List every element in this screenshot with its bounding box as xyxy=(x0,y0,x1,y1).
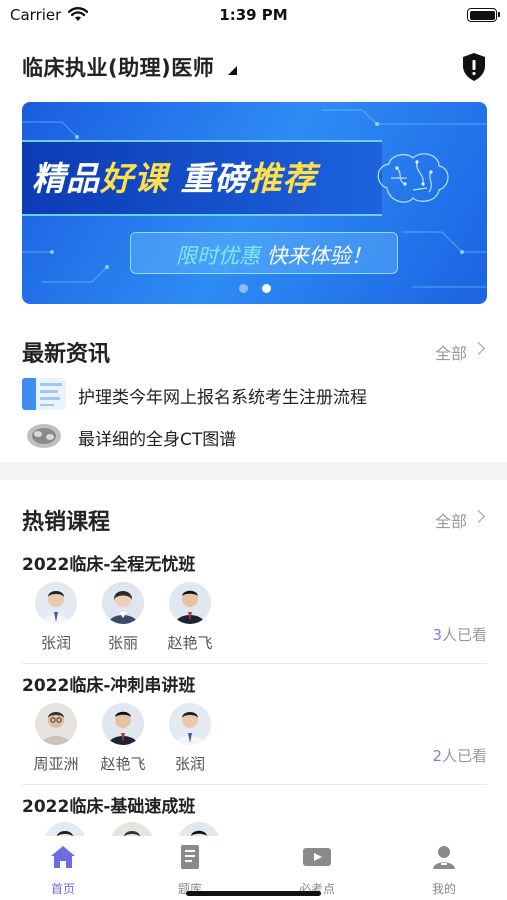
teacher-avatar xyxy=(169,582,211,624)
carousel-indicator xyxy=(22,278,487,297)
home-indicator xyxy=(186,891,321,896)
teacher-avatar xyxy=(102,822,162,836)
teacher-name: 周亚洲 xyxy=(33,755,79,773)
teacher-name: 张润 xyxy=(174,755,205,773)
news-section-header: 最新资讯 全部 xyxy=(22,334,487,367)
banner-headline: 精品好课 重磅推荐 xyxy=(32,159,317,198)
status-bar: Carrier 1:39 PM xyxy=(0,0,507,32)
tab-profile[interactable]: 我的 xyxy=(404,844,484,897)
home-icon xyxy=(23,844,103,872)
view-count: 2人已看 xyxy=(432,747,487,765)
ct-scan-thumbnail xyxy=(22,420,66,452)
dropdown-caret-icon[interactable] xyxy=(228,66,237,75)
news-item[interactable]: 最详细的全身CT图谱 xyxy=(22,420,487,452)
courses-section-header: 热销课程 全部 xyxy=(22,502,487,535)
video-icon xyxy=(277,844,357,872)
course-title: 2022临床-全程无忧班 xyxy=(22,555,196,575)
news-view-all-link[interactable]: 全部 xyxy=(435,340,467,364)
chevron-right-icon[interactable] xyxy=(472,342,485,355)
course-title: 2022临床-冲刺串讲班 xyxy=(22,676,196,696)
teacher-avatar xyxy=(35,582,77,624)
course-title: 2022临床-基础速成班 xyxy=(22,797,196,817)
teacher-avatar xyxy=(102,582,144,624)
teacher-name: 张润 xyxy=(40,634,71,652)
chevron-right-icon[interactable] xyxy=(472,510,485,523)
teacher-avatar xyxy=(169,703,211,745)
course-card[interactable]: 2022临床-冲刺串讲班 周亚洲 赵艳飞 张润 2人已看 xyxy=(22,671,487,785)
teacher: 张润 xyxy=(26,582,86,653)
teacher-name: 张丽 xyxy=(107,634,138,652)
tab-question-bank[interactable]: 题库 xyxy=(150,844,230,897)
course-card[interactable]: 2022临床-基础速成班 xyxy=(22,792,487,836)
page-header: 临床执业(助理)医师 xyxy=(22,46,487,86)
teacher-avatar xyxy=(35,822,95,836)
carousel-dot-active[interactable] xyxy=(261,284,271,293)
shield-icon[interactable] xyxy=(461,52,487,86)
battery-icon xyxy=(467,8,500,22)
promo-banner[interactable]: 精品好课 重磅推荐 限时优惠 快来体验！ xyxy=(22,102,487,304)
teacher-avatar xyxy=(102,703,144,745)
news-item[interactable]: 护理类今年网上报名系统考生注册流程 xyxy=(22,378,487,410)
view-count: 3人已看 xyxy=(432,626,487,644)
tab-label: 我的 xyxy=(431,882,456,896)
course-divider xyxy=(22,663,487,664)
teacher-avatar xyxy=(35,703,77,745)
news-item-title: 最详细的全身CT图谱 xyxy=(78,430,237,450)
courses-section-title: 热销课程 xyxy=(22,510,111,535)
teacher: 赵艳飞 xyxy=(93,703,153,774)
teacher: 赵艳飞 xyxy=(160,582,220,653)
profile-icon xyxy=(404,844,484,872)
section-divider xyxy=(0,462,507,480)
exam-category-selector[interactable]: 临床执业(助理)医师 xyxy=(22,52,214,82)
course-divider xyxy=(22,784,487,785)
carousel-dot[interactable] xyxy=(238,284,248,293)
course-card[interactable]: 2022临床-全程无忧班 张润 张丽 赵艳飞 3人已看 xyxy=(22,550,487,664)
brain-icon xyxy=(377,153,449,203)
tab-key-points[interactable]: 必考点 xyxy=(277,844,357,897)
teacher-name: 赵艳飞 xyxy=(167,634,213,652)
book-icon xyxy=(150,844,230,872)
tab-label: 首页 xyxy=(50,882,75,896)
news-item-title: 护理类今年网上报名系统考生注册流程 xyxy=(78,388,367,408)
banner-promo-text: 限时优惠 快来体验！ xyxy=(176,244,372,268)
teacher-name: 赵艳飞 xyxy=(100,755,146,773)
news-section-title: 最新资讯 xyxy=(22,342,111,367)
teacher: 周亚洲 xyxy=(26,703,86,774)
clock: 1:39 PM xyxy=(219,6,288,24)
teacher: 张丽 xyxy=(93,582,153,653)
teacher-avatar xyxy=(169,822,229,836)
tab-home[interactable]: 首页 xyxy=(23,844,103,897)
document-thumbnail xyxy=(22,378,66,410)
courses-view-all-link[interactable]: 全部 xyxy=(435,508,467,532)
teacher: 张润 xyxy=(160,703,220,774)
